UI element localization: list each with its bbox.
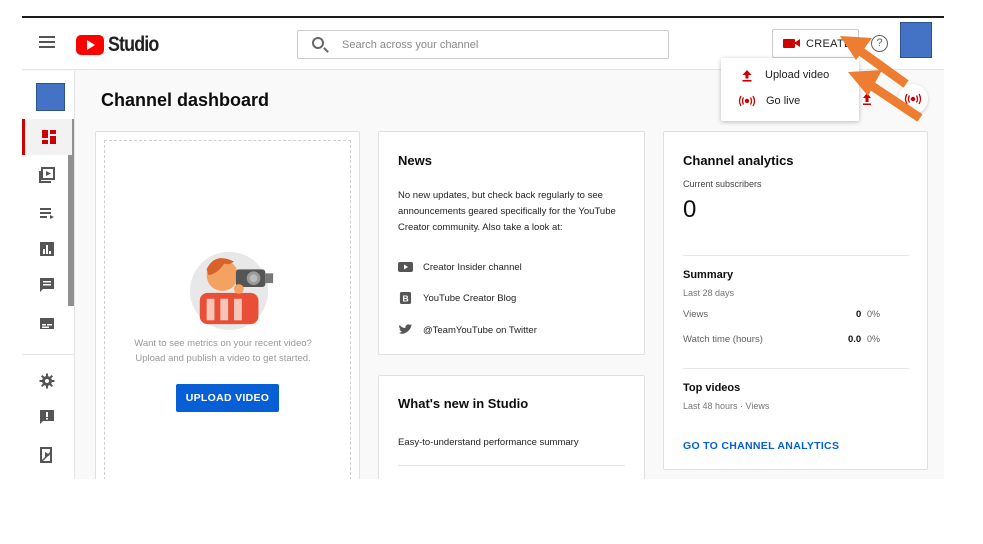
whats-new-divider: [398, 465, 625, 466]
video-camera-icon: [783, 38, 800, 49]
search-box: [297, 30, 669, 59]
analytics-divider: [683, 255, 909, 256]
whats-new-card: What's new in Studio Easy-to-understand …: [378, 375, 645, 479]
news-body: No new updates, but check back regularly…: [398, 190, 616, 233]
news-link-creator-blog[interactable]: B YouTube Creator Blog: [398, 292, 516, 304]
gear-icon: [39, 373, 55, 389]
sidebar: [22, 71, 75, 479]
youtube-icon: [398, 262, 413, 272]
views-value: 0: [856, 309, 862, 320]
summary-period: Last 28 days: [683, 288, 735, 298]
go-to-channel-analytics-link[interactable]: GO TO CHANNEL ANALYTICS: [683, 440, 839, 452]
playlists-icon: [40, 208, 54, 219]
menu-item-label: Go live: [766, 95, 801, 107]
go-live-icon: [738, 95, 756, 107]
search-input[interactable]: [342, 31, 662, 58]
creator-camera-illustration: [190, 251, 274, 331]
watch-time-label: Watch time (hours): [683, 334, 763, 345]
analytics-icon: [40, 242, 54, 256]
studio-window: Studio CREATE ?: [22, 16, 944, 479]
youtube-logo-icon: [76, 35, 104, 55]
svg-text:B: B: [403, 293, 409, 303]
hamburger-menu-icon[interactable]: [39, 36, 55, 48]
sidebar-item-comments[interactable]: [22, 267, 72, 303]
upload-prompt-text: Want to see metrics on your recent video…: [134, 338, 312, 364]
channel-analytics-card: Channel analytics Current subscribers 0 …: [663, 131, 928, 470]
page-title: Channel dashboard: [101, 90, 270, 110]
comments-icon: [40, 278, 54, 292]
subtitles-icon: [40, 318, 54, 329]
subscribers-value: 0: [683, 196, 697, 223]
content-icon: [39, 167, 55, 183]
news-link-label: Creator Insider channel: [423, 261, 522, 273]
top-videos-period: Last 48 hours · Views: [683, 401, 770, 411]
twitter-icon: [399, 324, 413, 334]
news-link-twitter[interactable]: @TeamYouTube on Twitter: [398, 324, 537, 336]
news-link-label: YouTube Creator Blog: [423, 292, 517, 304]
sidebar-item-dashboard[interactable]: [22, 119, 72, 155]
news-card: News No new updates, but check back regu…: [378, 131, 645, 355]
analytics-divider: [683, 368, 909, 369]
sidebar-item-analytics[interactable]: [22, 231, 72, 267]
watch-time-value: 0.0: [848, 334, 862, 345]
top-videos-title: Top videos: [683, 382, 741, 394]
sidebar-divider: [22, 354, 75, 355]
classic-icon: [40, 447, 52, 463]
sidebar-item-subtitles[interactable]: [22, 305, 72, 341]
whats-new-title: What's new in Studio: [398, 396, 529, 411]
upload-icon: [742, 69, 752, 82]
news-link-creator-insider[interactable]: Creator Insider channel: [398, 261, 522, 273]
views-label: Views: [683, 309, 709, 320]
sidebar-item-content[interactable]: [22, 157, 72, 193]
sidebar-item-feedback[interactable]: [22, 399, 72, 435]
search-icon[interactable]: [312, 37, 324, 49]
analytics-title: Channel analytics: [683, 153, 794, 168]
studio-logo[interactable]: Studio: [76, 33, 167, 57]
upload-card: Want to see metrics on your recent video…: [95, 131, 360, 479]
dashboard-icon: [41, 130, 56, 144]
views-pct: 0%: [867, 309, 881, 319]
whats-new-item[interactable]: Easy-to-understand performance summary: [398, 437, 579, 448]
watch-time-pct: 0%: [867, 334, 881, 344]
sidebar-item-settings[interactable]: [22, 363, 72, 399]
sidebar-item-classic[interactable]: [22, 437, 72, 473]
upload-video-button[interactable]: UPLOAD VIDEO: [176, 384, 279, 412]
logo-text: Studio: [108, 33, 159, 56]
news-title: News: [398, 153, 432, 168]
subscribers-label: Current subscribers: [683, 179, 762, 189]
sidebar-item-playlists[interactable]: [22, 195, 72, 231]
news-link-label: @TeamYouTube on Twitter: [423, 324, 537, 336]
summary-title: Summary: [683, 269, 734, 281]
feedback-icon: [40, 410, 54, 424]
channel-avatar[interactable]: [36, 83, 65, 111]
blogger-icon: B: [399, 292, 412, 304]
annotation-arrow-upload: [848, 70, 923, 122]
